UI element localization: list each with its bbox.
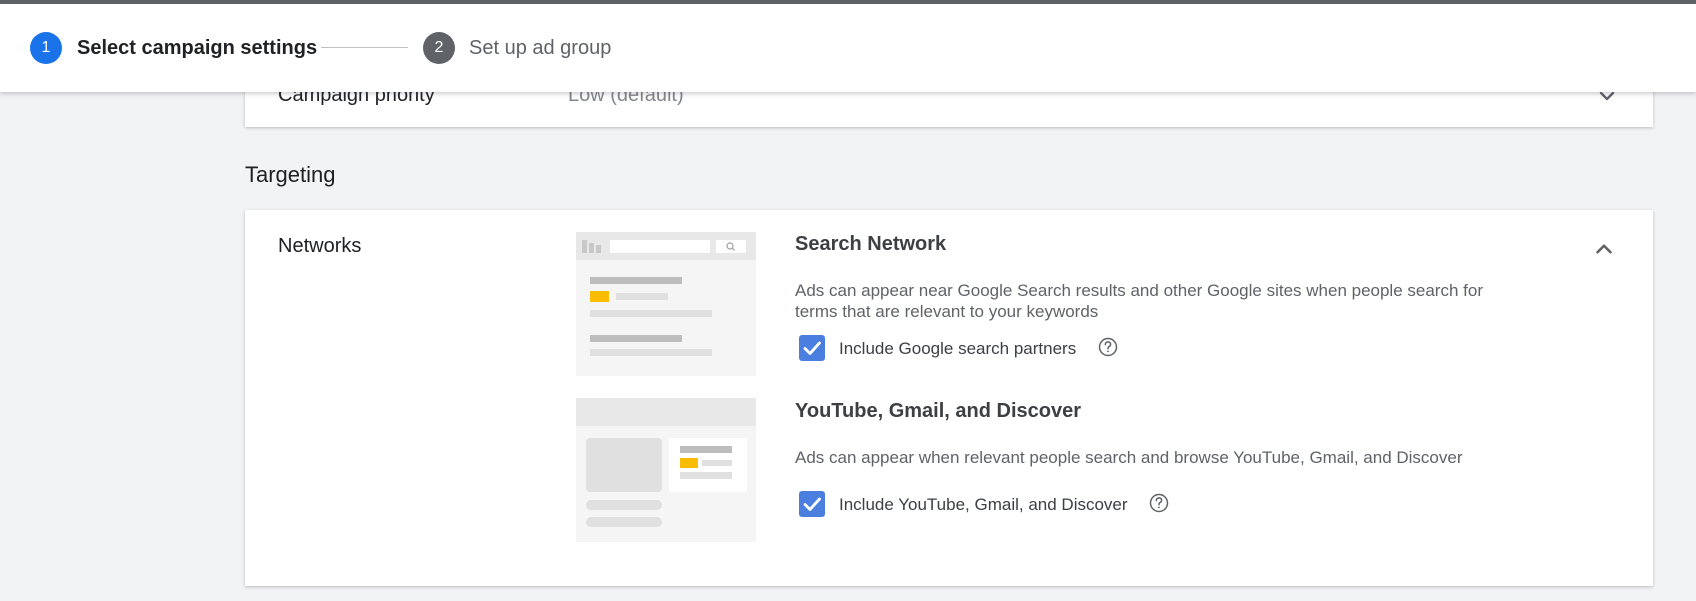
search-partners-checkbox[interactable] <box>799 335 825 361</box>
youtube-gmail-discover-label[interactable]: Include YouTube, Gmail, and Discover <box>839 495 1128 515</box>
networks-panel: Networks Search Network Ads can appear n… <box>245 210 1653 586</box>
help-circle-icon[interactable] <box>1097 336 1119 358</box>
check-icon <box>803 341 821 355</box>
search-network-illustration <box>576 232 756 376</box>
step-1-number[interactable]: 1 <box>30 32 62 64</box>
search-network-description: Ads can appear near Google Search result… <box>795 281 1483 321</box>
networks-label: Networks <box>278 235 362 257</box>
display-network-illustration <box>576 398 756 542</box>
targeting-heading: Targeting <box>245 162 336 187</box>
step-connector <box>321 47 408 48</box>
chevron-up-icon[interactable] <box>1591 236 1617 262</box>
step-2-number[interactable]: 2 <box>423 32 455 64</box>
campaign-stepper: 1 Select campaign settings 2 Set up ad g… <box>0 4 1696 92</box>
search-partners-label[interactable]: Include Google search partners <box>839 339 1076 359</box>
step-2-label[interactable]: Set up ad group <box>469 37 611 59</box>
youtube-gmail-discover-checkbox[interactable] <box>799 491 825 517</box>
youtube-network-description: Ads can appear when relevant people sear… <box>795 448 1463 467</box>
youtube-network-title: YouTube, Gmail, and Discover <box>795 400 1081 422</box>
help-circle-icon[interactable] <box>1148 492 1170 514</box>
step-1-label[interactable]: Select campaign settings <box>77 37 317 59</box>
check-icon <box>803 497 821 511</box>
search-network-title: Search Network <box>795 233 947 255</box>
